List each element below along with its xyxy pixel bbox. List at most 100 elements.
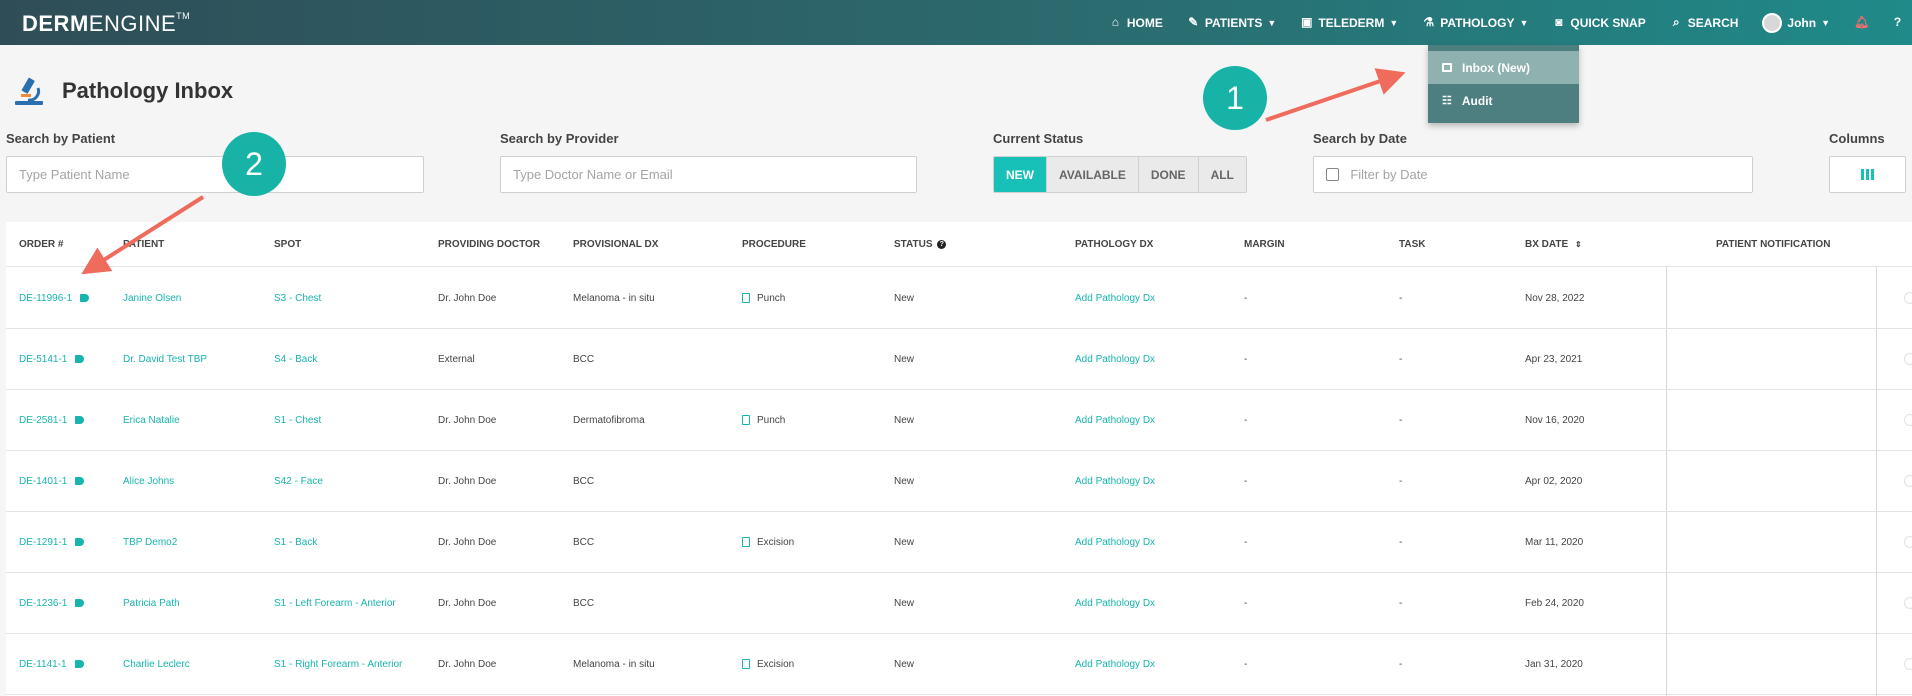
- info-icon[interactable]: ?: [937, 240, 947, 249]
- patient-search-field[interactable]: [6, 156, 424, 193]
- task-cell: -: [1399, 598, 1402, 609]
- sort-icon[interactable]: ⇕: [1575, 240, 1582, 249]
- provider-search-input[interactable]: [513, 167, 916, 182]
- spot-link[interactable]: S1 - Left Forearm - Anterior: [274, 598, 396, 609]
- status-cell: New: [894, 415, 914, 426]
- order-number-link[interactable]: DE-1141-1: [19, 659, 84, 670]
- add-pathology-dx-link[interactable]: Add Pathology Dx: [1075, 415, 1155, 426]
- date-filter-input[interactable]: [1350, 167, 1752, 182]
- patient-search-input[interactable]: [19, 167, 423, 182]
- nav-home[interactable]: ⌂ HOME: [1109, 16, 1163, 30]
- add-pathology-dx-link[interactable]: Add Pathology Dx: [1075, 476, 1155, 487]
- status-done-button[interactable]: DONE: [1138, 157, 1199, 192]
- add-pathology-dx-link[interactable]: Add Pathology Dx: [1075, 293, 1155, 304]
- nav-quick-snap[interactable]: ◙ QUICK SNAP: [1552, 16, 1645, 30]
- tag-icon[interactable]: [75, 355, 85, 364]
- top-navigation-bar: DERMENGINETM ⌂ HOME ✎ PATIENTS ▼ ▣ TELED…: [0, 0, 1912, 45]
- column-header-margin[interactable]: MARGIN: [1244, 239, 1285, 250]
- column-header-provisional-dx[interactable]: PROVISIONAL DX: [573, 239, 658, 250]
- patient-link[interactable]: Erica Natalie: [123, 415, 180, 426]
- spot-link[interactable]: S4 - Back: [274, 354, 317, 365]
- column-header-task[interactable]: TASK: [1399, 239, 1425, 250]
- bell-icon: 🔔︎: [1854, 15, 1870, 29]
- bx-date-cell-text: Nov 16, 2020: [1525, 415, 1585, 426]
- menu-item-inbox[interactable]: Inbox (New): [1428, 51, 1579, 84]
- status-available-button[interactable]: AVAILABLE: [1047, 157, 1139, 192]
- order-number-link[interactable]: DE-11996-1: [19, 293, 90, 304]
- patient-link[interactable]: TBP Demo2: [123, 537, 177, 548]
- provider-search-field[interactable]: [500, 156, 917, 193]
- column-header-providing-doctor[interactable]: PROVIDING DOCTOR: [438, 239, 540, 250]
- table-row[interactable]: DE-11996-1 Janine Olsen S3 - Chest Dr. John…: [6, 268, 1912, 329]
- nav-user-name: John: [1787, 15, 1817, 30]
- providing-doctor-cell: Dr. John Doe: [438, 415, 496, 426]
- table-row[interactable]: DE-1141-1 Charlie Leclerc S1 - Right Forea…: [6, 634, 1912, 695]
- order-number-link[interactable]: DE-2581-1: [19, 415, 85, 426]
- row-toggle-icon[interactable]: [1904, 536, 1912, 548]
- row-toggle-icon[interactable]: [1904, 597, 1912, 609]
- tag-icon[interactable]: [74, 660, 84, 669]
- row-toggle-icon[interactable]: [1904, 292, 1912, 304]
- bx-date-cell: Apr 23, 2021: [1525, 354, 1582, 365]
- procedure-cell-text: Punch: [757, 293, 786, 304]
- add-pathology-dx-link[interactable]: Add Pathology Dx: [1075, 659, 1155, 670]
- nav-telederm[interactable]: ▣ TELEDERM ▼: [1300, 16, 1398, 30]
- spot-link[interactable]: S1 - Back: [274, 537, 317, 548]
- column-header-order[interactable]: ORDER #: [19, 239, 63, 250]
- column-header-bx-date[interactable]: BX DATE ⇕: [1525, 239, 1582, 250]
- spot-link[interactable]: S1 - Chest: [274, 415, 321, 426]
- order-number-link-text: DE-11996-1: [19, 293, 73, 304]
- column-header-pathology-dx[interactable]: PATHOLOGY DX: [1075, 239, 1153, 250]
- row-toggle-icon[interactable]: [1904, 658, 1912, 670]
- patient-link[interactable]: Alice Johns: [123, 476, 174, 487]
- date-filter-field[interactable]: [1313, 156, 1753, 193]
- nav-notifications[interactable]: 🔔︎: [1854, 15, 1870, 29]
- status-new-button[interactable]: NEW: [994, 157, 1047, 192]
- nav-user-menu[interactable]: John ▼: [1762, 12, 1830, 33]
- columns-button[interactable]: [1829, 156, 1906, 193]
- column-header-patient[interactable]: PATIENT: [123, 239, 164, 250]
- table-row[interactable]: DE-1401-1 Alice Johns S42 - Face Dr. John D…: [6, 451, 1912, 512]
- table-row[interactable]: DE-2581-1 Erica Natalie S1 - Chest Dr. John…: [6, 390, 1912, 451]
- patient-link[interactable]: Janine Olsen: [123, 293, 181, 304]
- row-toggle-icon[interactable]: [1904, 475, 1912, 487]
- providing-doctor-cell-text: Dr. John Doe: [438, 476, 497, 487]
- row-toggle-icon[interactable]: [1904, 414, 1912, 426]
- status-cell: New: [894, 537, 914, 548]
- menu-item-audit[interactable]: ☷ Audit: [1428, 84, 1579, 117]
- column-header-status[interactable]: STATUS ?: [894, 239, 947, 250]
- nav-pathology[interactable]: ⚗ PATHOLOGY ▼: [1422, 16, 1528, 30]
- spot-link[interactable]: S1 - Right Forearm - Anterior: [274, 659, 402, 670]
- table-header: ORDER # PATIENT SPOT PROVIDING DOCTOR PR…: [6, 222, 1912, 267]
- patient-link[interactable]: Patricia Path: [123, 598, 180, 609]
- column-header-spot[interactable]: SPOT: [274, 239, 301, 250]
- nav-patients[interactable]: ✎ PATIENTS ▼: [1187, 16, 1276, 30]
- task-cell-text: -: [1399, 293, 1403, 304]
- tag-icon[interactable]: [75, 416, 85, 425]
- add-pathology-dx-link[interactable]: Add Pathology Dx: [1075, 354, 1155, 365]
- spot-link[interactable]: S3 - Chest: [274, 293, 321, 304]
- spot-link[interactable]: S42 - Face: [274, 476, 323, 487]
- tag-icon[interactable]: [75, 538, 85, 547]
- add-pathology-dx-link[interactable]: Add Pathology Dx: [1075, 537, 1155, 548]
- dermengine-logo[interactable]: DERMENGINETM: [22, 11, 190, 37]
- order-number-link[interactable]: DE-1291-1: [19, 537, 85, 548]
- tag-icon[interactable]: [75, 599, 85, 608]
- nav-help[interactable]: ?: [1891, 16, 1904, 29]
- order-number-link[interactable]: DE-1401-1: [19, 476, 85, 487]
- tag-icon[interactable]: [75, 477, 85, 486]
- table-row[interactable]: DE-5141-1 Dr. David Test TBP S4 - Back Exte…: [6, 329, 1912, 390]
- add-pathology-dx-link[interactable]: Add Pathology Dx: [1075, 598, 1155, 609]
- table-row[interactable]: DE-1236-1 Patricia Path S1 - Left Forearm …: [6, 573, 1912, 634]
- column-header-patient-notification[interactable]: PATIENT NOTIFICATION: [1716, 239, 1830, 250]
- status-all-button[interactable]: ALL: [1198, 157, 1246, 192]
- nav-search[interactable]: ⌕ SEARCH: [1670, 16, 1739, 30]
- tag-icon[interactable]: [80, 294, 90, 303]
- table-row[interactable]: DE-1291-1 TBP Demo2 S1 - Back Dr. John Doe B…: [6, 512, 1912, 573]
- patient-link[interactable]: Dr. David Test TBP: [123, 354, 207, 365]
- patient-link[interactable]: Charlie Leclerc: [123, 659, 190, 670]
- order-number-link[interactable]: DE-5141-1: [19, 354, 85, 365]
- row-toggle-icon[interactable]: [1904, 353, 1912, 365]
- column-header-procedure[interactable]: PROCEDURE: [742, 239, 806, 250]
- order-number-link[interactable]: DE-1236-1: [19, 598, 85, 609]
